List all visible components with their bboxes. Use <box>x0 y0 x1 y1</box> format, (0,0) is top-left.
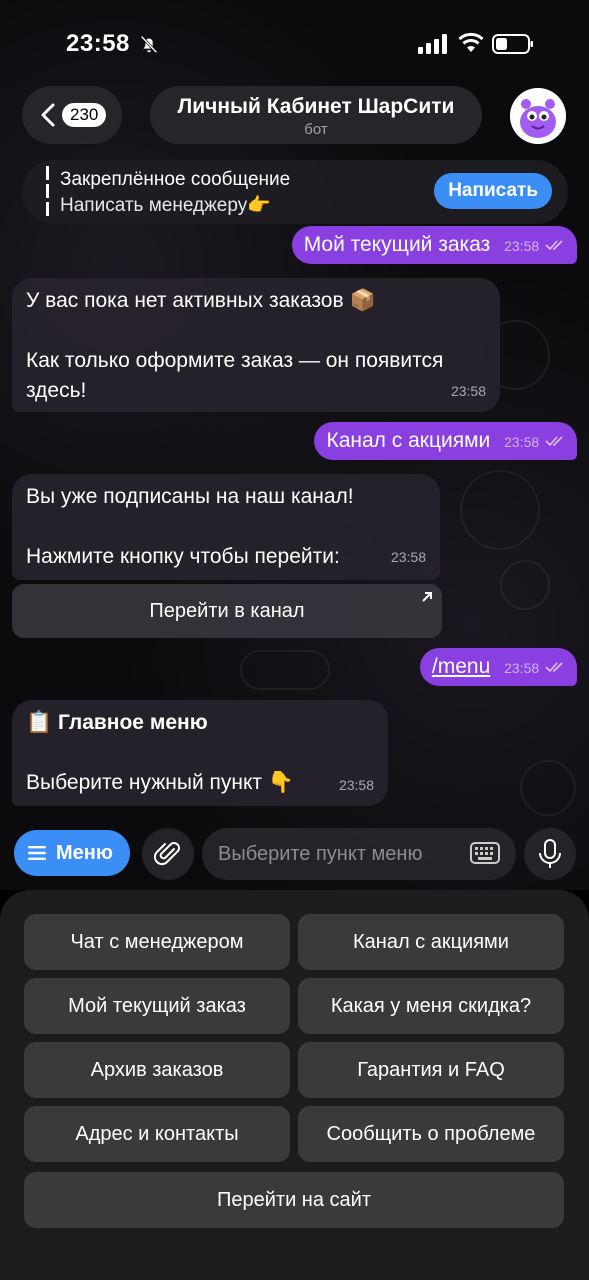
message-time: 23:58 <box>504 434 540 450</box>
message-incoming[interactable]: У вас пока нет активных заказов 📦 Как то… <box>12 278 500 412</box>
microphone-icon <box>539 839 561 868</box>
message-outgoing[interactable]: Канал с акциями 23:58 <box>314 422 577 460</box>
back-button[interactable]: 230 <box>22 86 122 144</box>
message-heading: 📋 Главное меню <box>26 708 374 738</box>
chevron-left-icon <box>41 103 55 127</box>
status-time: 23:58 <box>66 30 130 57</box>
pinned-text: Написать менеджеру👉 <box>60 195 271 216</box>
chat-title-text: Личный Кабинет ШарСити <box>177 95 455 118</box>
keyboard-button[interactable]: Архив заказов <box>24 1042 290 1098</box>
mute-bell-icon <box>140 35 158 54</box>
bot-reply-keyboard: Чат с менеджером Канал с акциями Мой тек… <box>0 890 589 1280</box>
double-check-icon <box>545 240 563 251</box>
pinned-title: Закреплённое сообщение <box>60 169 291 190</box>
message-outgoing[interactable]: /menu 23:58 <box>419 648 577 686</box>
monster-avatar-icon <box>510 88 566 144</box>
keyboard-button[interactable]: Сообщить о проблеме <box>298 1106 564 1162</box>
menu-icon <box>28 846 46 860</box>
message-time: 23:58 <box>504 238 540 254</box>
keyboard-button[interactable]: Перейти на сайт <box>24 1172 564 1228</box>
attach-button[interactable] <box>142 828 194 880</box>
clipboard-emoji: 📋 <box>26 711 53 734</box>
message-line: Вы уже подписаны на наш канал! <box>26 485 354 508</box>
main-menu-title: Главное меню <box>58 711 208 734</box>
keyboard-button[interactable]: Гарантия и FAQ <box>298 1042 564 1098</box>
status-bar: 23:58 <box>0 0 589 80</box>
chat-subtitle: бот <box>304 121 328 138</box>
message-input[interactable]: Выберите пункт меню <box>202 828 516 880</box>
pinned-indicator <box>46 166 49 218</box>
message-incoming[interactable]: 📋 Главное меню Выберите нужный пункт 👇 2… <box>12 700 388 806</box>
message-incoming[interactable]: Вы уже подписаны на наш канал! Нажмите к… <box>12 474 440 580</box>
bot-menu-button[interactable]: Меню <box>14 830 130 876</box>
go-to-channel-button[interactable]: Перейти в канал <box>12 584 442 638</box>
keyboard-button[interactable]: Канал с акциями <box>298 914 564 970</box>
menu-command-link[interactable]: /menu <box>432 655 490 678</box>
chat-title[interactable]: Личный Кабинет ШарСити бот <box>150 86 482 144</box>
cellular-signal-icon <box>418 34 447 54</box>
message-line: Выберите нужный пункт 👇 <box>26 771 295 794</box>
menu-button-label: Меню <box>56 841 113 864</box>
go-to-channel-label: Перейти в канал <box>149 599 305 622</box>
battery-icon <box>492 34 533 54</box>
message-outgoing[interactable]: Мой текущий заказ 23:58 <box>291 226 577 264</box>
message-time: 23:58 <box>390 549 426 565</box>
message-line: Нажмите кнопку чтобы перейти: <box>26 545 340 568</box>
message-line: здесь! <box>26 379 87 402</box>
keyboard-icon[interactable] <box>470 842 500 864</box>
message-input-placeholder: Выберите пункт меню <box>218 842 423 865</box>
bot-avatar[interactable] <box>510 88 566 144</box>
message-text: Мой текущий заказ <box>303 233 491 256</box>
wifi-icon <box>458 32 484 52</box>
message-time: 23:58 <box>450 383 486 399</box>
message-time: 23:58 <box>338 777 374 793</box>
keyboard-button[interactable]: Мой текущий заказ <box>24 978 290 1034</box>
keyboard-button[interactable]: Чат с менеджером <box>24 914 290 970</box>
voice-message-button[interactable] <box>524 828 576 880</box>
double-check-icon <box>545 436 563 447</box>
message-line: Как только оформите заказ — он появится <box>26 349 444 372</box>
message-text: Канал с акциями <box>326 429 491 452</box>
message-time: 23:58 <box>504 660 540 676</box>
paperclip-icon <box>154 842 180 866</box>
arrow-up-right-icon <box>422 592 432 602</box>
keyboard-button[interactable]: Адрес и контакты <box>24 1106 290 1162</box>
pinned-message-bar[interactable]: Закреплённое сообщение Написать менеджер… <box>22 160 568 224</box>
write-button[interactable]: Написать <box>434 173 552 209</box>
keyboard-button[interactable]: Какая у меня скидка? <box>298 978 564 1034</box>
message-line: У вас пока нет активных заказов 📦 <box>26 289 376 312</box>
unread-count-badge: 230 <box>62 103 107 127</box>
double-check-icon <box>545 662 563 673</box>
